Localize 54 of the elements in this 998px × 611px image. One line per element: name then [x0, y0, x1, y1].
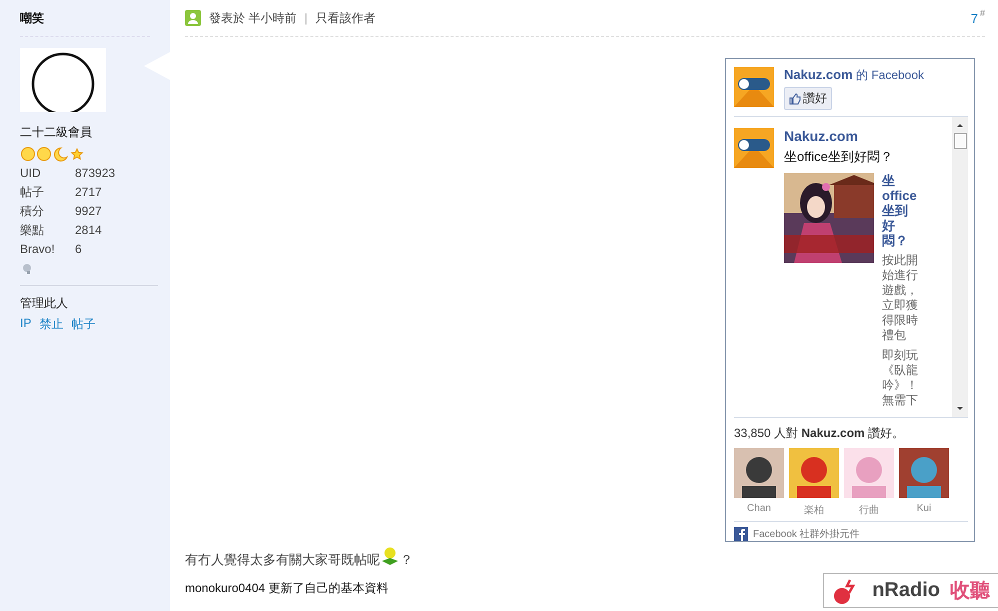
author-filter-link[interactable]: 只看該作者 — [315, 10, 376, 26]
scroll-down-icon[interactable] — [956, 406, 964, 412]
smiley-icon — [21, 147, 35, 161]
stat-value: 6 — [75, 242, 83, 257]
stat-label: 帖子 — [20, 185, 45, 200]
banner-tagline: 收聽 — [950, 579, 990, 604]
post-text: 有冇人覺得太多有關大家哥既帖呢 — [185, 551, 380, 569]
scroll-thumb[interactable] — [954, 133, 966, 149]
radio-banner[interactable]: nRadio 收聽 — [823, 573, 998, 608]
banner-brand: nRadio — [872, 579, 940, 602]
stat-value: 873923 — [75, 166, 116, 181]
stat-value: 2814 — [75, 223, 103, 238]
manage-link[interactable]: 禁止 — [39, 316, 64, 333]
page-logo — [734, 128, 774, 168]
fan-name[interactable]: Kui — [916, 503, 932, 514]
user-icon — [185, 10, 201, 26]
activity-text: monokuro0404 更新了自己的基本資料 — [185, 580, 388, 597]
widget-title: 的 Facebook — [856, 68, 924, 82]
post-time: 發表於 半小時前 — [209, 10, 296, 26]
stat-label: Bravo! — [20, 242, 56, 257]
separator: | — [304, 11, 308, 25]
moon-icon — [54, 148, 68, 162]
link-title[interactable]: 坐office坐到好悶？ — [882, 173, 920, 248]
post-author-link[interactable]: Nakuz.com — [784, 128, 920, 144]
thumbs-up-icon — [789, 92, 801, 104]
manage-link[interactable]: IP — [20, 316, 32, 333]
smiley-icon — [380, 547, 400, 565]
scroll-up-icon[interactable] — [956, 122, 964, 128]
post-number-mark: # — [980, 8, 985, 18]
post-message: 坐office坐到好悶？ — [784, 148, 894, 166]
stat-value: 9927 — [75, 204, 103, 219]
link-description: 即刻玩《臥龍吟》！無需下 — [882, 348, 919, 408]
member-rank: 二十二級會員 — [20, 124, 93, 141]
manage-link[interactable]: 帖子 — [71, 316, 96, 333]
scrollbar[interactable] — [952, 117, 968, 417]
likes-summary: 33,850 人對 Nakuz.com 讚好。 — [734, 425, 906, 442]
stat-label: UID — [20, 166, 42, 181]
username[interactable]: 嘲笑 — [20, 0, 150, 37]
post-number[interactable]: 7 — [970, 10, 978, 26]
fan-name[interactable]: Chan — [747, 503, 771, 514]
manage-label: 管理此人 — [20, 295, 69, 312]
post-text-end: ？ — [400, 551, 413, 569]
like-button[interactable]: 讚好 — [784, 87, 832, 110]
star-icon — [70, 148, 84, 160]
plugin-credit: Facebook 社群外掛元件 — [753, 528, 860, 541]
smiley-icon — [37, 147, 51, 161]
page-name-link[interactable]: Nakuz.com — [784, 67, 853, 82]
stat-label: 積分 — [20, 204, 45, 219]
page-logo — [734, 67, 774, 107]
link-description: 按此開始進行遊戲，立即獲得限時禮包 — [882, 253, 919, 343]
stat-label: 樂點 — [20, 223, 45, 238]
fan-name[interactable]: 楽柏 — [804, 503, 824, 517]
stat-value: 2717 — [75, 185, 103, 200]
fan-name[interactable]: 行曲 — [859, 503, 879, 517]
